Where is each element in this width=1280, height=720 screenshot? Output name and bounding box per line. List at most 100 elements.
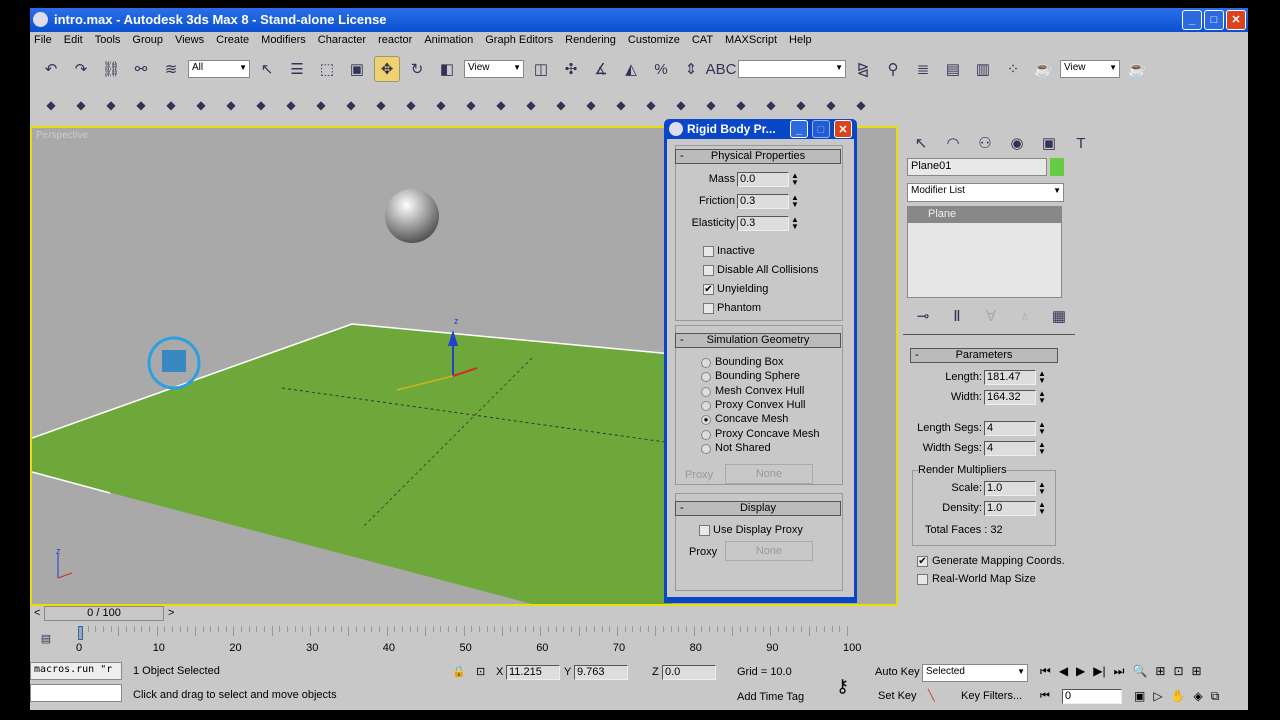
- curve-editor-icon[interactable]: ▤: [940, 56, 966, 82]
- use-display-proxy-checkbox[interactable]: [699, 525, 710, 536]
- dialog-title-bar[interactable]: Rigid Body Pr... _ □ ✕: [667, 119, 854, 139]
- radio-proxy-convex-hull[interactable]: [701, 400, 711, 411]
- bind-space-warp-icon[interactable]: ≋: [158, 56, 184, 82]
- radio-proxy-concave-mesh[interactable]: [701, 429, 711, 440]
- fracture-icon[interactable]: ◆: [368, 92, 394, 118]
- menu-cat[interactable]: CAT: [692, 34, 713, 50]
- mini-curve-editor-icon[interactable]: ▤: [36, 628, 56, 648]
- key-mode-dropdown[interactable]: Selected: [922, 664, 1028, 682]
- analyze-world-icon[interactable]: ◆: [668, 92, 694, 118]
- menu-group[interactable]: Group: [132, 34, 163, 50]
- menu-customize[interactable]: Customize: [628, 34, 680, 50]
- menu-help[interactable]: Help: [789, 34, 812, 50]
- angular-dashpot-icon[interactable]: ◆: [608, 92, 634, 118]
- maximize-button[interactable]: □: [1204, 10, 1224, 30]
- width-segs-input[interactable]: 4: [984, 441, 1036, 456]
- redo-icon[interactable]: ↷: [68, 56, 94, 82]
- prev-frame-icon[interactable]: ◀: [1059, 664, 1068, 679]
- scale-icon[interactable]: ◧: [434, 56, 460, 82]
- water-icon[interactable]: ◆: [398, 92, 424, 118]
- menu-animation[interactable]: Animation: [424, 34, 473, 50]
- scale-spinner[interactable]: ▲ ▼: [1038, 481, 1046, 496]
- material-editor-icon[interactable]: ◆: [818, 92, 844, 118]
- render-scene-icon[interactable]: ☕: [1030, 56, 1056, 82]
- quick-render-icon[interactable]: ☕: [1124, 56, 1150, 82]
- elasticity-input[interactable]: 0.3: [737, 216, 789, 231]
- time-slider-thumb[interactable]: 0 / 100: [44, 606, 164, 621]
- wind-icon[interactable]: ◆: [308, 92, 334, 118]
- absolute-mode-icon[interactable]: ⊡: [476, 665, 485, 678]
- set-key-button[interactable]: Set Key: [878, 690, 917, 702]
- density-spinner[interactable]: ▲ ▼: [1038, 501, 1046, 516]
- create-animation-icon[interactable]: ◆: [728, 92, 754, 118]
- time-config-icon[interactable]: ▣: [1134, 689, 1145, 704]
- make-unique-icon[interactable]: ∀: [978, 303, 1004, 329]
- car-wheel-icon[interactable]: ◆: [548, 92, 574, 118]
- named-selection-dropdown[interactable]: [738, 60, 846, 78]
- field-of-view-icon[interactable]: ▷: [1153, 689, 1162, 704]
- rope-collection-icon[interactable]: ◆: [128, 92, 154, 118]
- motion-tab-icon[interactable]: ◉: [1004, 130, 1030, 156]
- dialog-minimize-button[interactable]: _: [790, 120, 808, 138]
- orbit-icon[interactable]: ◈: [1194, 689, 1203, 704]
- time-next-arrow[interactable]: >: [168, 607, 174, 619]
- modifier-list-dropdown[interactable]: Modifier List: [907, 183, 1064, 202]
- close-button[interactable]: ✕: [1226, 10, 1246, 30]
- display-header[interactable]: - Display: [675, 501, 841, 516]
- length-spinner[interactable]: ▲ ▼: [1038, 370, 1046, 385]
- lock-selection-icon[interactable]: 🔒: [452, 665, 466, 678]
- current-frame-marker[interactable]: [78, 626, 83, 640]
- cloth-collection-icon[interactable]: ◆: [68, 92, 94, 118]
- dashpot-icon[interactable]: ◆: [248, 92, 274, 118]
- unlink-icon[interactable]: ⚯: [128, 56, 154, 82]
- toy-car-icon[interactable]: ◆: [338, 92, 364, 118]
- rect-region-icon[interactable]: ⬚: [314, 56, 340, 82]
- deforming-mesh-collection-icon[interactable]: ◆: [158, 92, 184, 118]
- auto-key-button[interactable]: Auto Key: [875, 666, 920, 678]
- maximize-viewport-icon[interactable]: ⧉: [1211, 689, 1220, 704]
- minimize-button[interactable]: _: [1182, 10, 1202, 30]
- checkbox-disable-all-collisions[interactable]: [703, 265, 714, 276]
- reference-coord-dropdown[interactable]: View: [464, 60, 524, 78]
- percent-snap-icon[interactable]: %: [648, 56, 674, 82]
- menu-rendering[interactable]: Rendering: [565, 34, 616, 50]
- zoom-icon[interactable]: 🔍: [1132, 664, 1147, 679]
- scale-input[interactable]: 1.0: [984, 481, 1036, 496]
- play-icon[interactable]: ▶: [1076, 664, 1085, 679]
- link-icon[interactable]: ⛓: [98, 56, 124, 82]
- selection-filter-dropdown[interactable]: All: [188, 60, 250, 78]
- menu-modifiers[interactable]: Modifiers: [261, 34, 306, 50]
- modify-tab-icon[interactable]: ◠: [940, 130, 966, 156]
- dialog-close-button[interactable]: ✕: [834, 120, 852, 138]
- rigid-body-collection-icon[interactable]: ◆: [38, 92, 64, 118]
- render-type-dropdown[interactable]: View: [1060, 60, 1120, 78]
- spring-icon[interactable]: ◆: [218, 92, 244, 118]
- configure-sets-icon[interactable]: ▦: [1046, 303, 1072, 329]
- quick-render-icon[interactable]: ◆: [848, 92, 874, 118]
- select-icon[interactable]: ↖: [254, 56, 280, 82]
- friction-spinner[interactable]: ▲ ▼: [791, 194, 799, 209]
- key-filters-button[interactable]: Key Filters...: [961, 690, 1022, 702]
- preview-animation-icon[interactable]: ◆: [698, 92, 724, 118]
- display-tab-icon[interactable]: ▣: [1036, 130, 1062, 156]
- menu-create[interactable]: Create: [216, 34, 249, 50]
- checkbox-unyielding[interactable]: ✔: [703, 284, 714, 295]
- linear-dashpot-icon[interactable]: ◆: [638, 92, 664, 118]
- length-segs-spinner[interactable]: ▲ ▼: [1038, 421, 1046, 436]
- go-to-start-icon[interactable]: ⏮: [1040, 664, 1051, 679]
- length-segs-input[interactable]: 4: [984, 421, 1036, 436]
- motor-icon[interactable]: ◆: [278, 92, 304, 118]
- manipulate-icon[interactable]: ✣: [558, 56, 584, 82]
- create-tab-icon[interactable]: ↖: [908, 130, 934, 156]
- hierarchy-tab-icon[interactable]: ⚇: [972, 130, 998, 156]
- go-to-end-icon[interactable]: ⏭: [1114, 664, 1125, 679]
- y-coord-input[interactable]: 9.763: [574, 665, 628, 680]
- current-frame-input[interactable]: 0: [1062, 689, 1122, 704]
- real-world-map-checkbox[interactable]: [917, 574, 928, 585]
- checkbox-phantom[interactable]: [703, 303, 714, 314]
- pivot-center-icon[interactable]: ◫: [528, 56, 554, 82]
- density-input[interactable]: 1.0: [984, 501, 1036, 516]
- select-by-name-icon[interactable]: ☰: [284, 56, 310, 82]
- point-to-point-icon[interactable]: ◆: [488, 92, 514, 118]
- render-setup-icon[interactable]: ◆: [788, 92, 814, 118]
